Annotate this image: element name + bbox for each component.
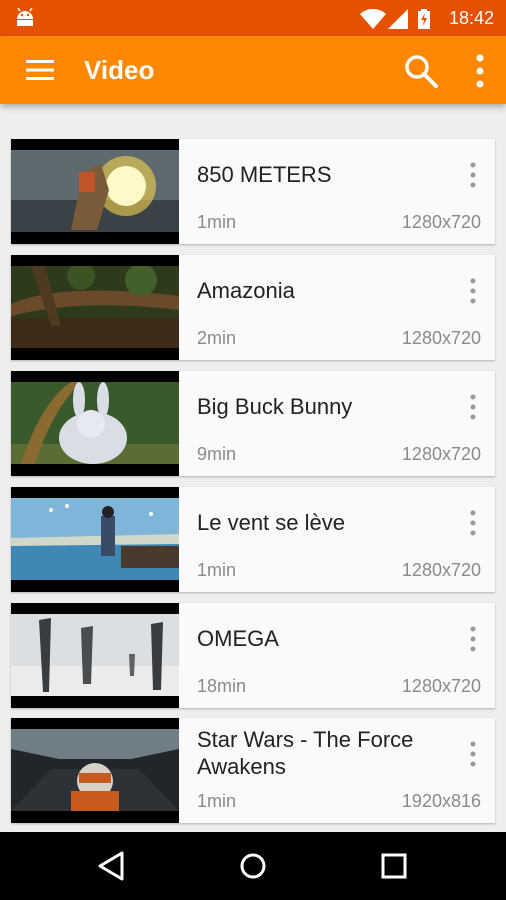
more-vert-icon[interactable] <box>468 52 492 90</box>
video-thumbnail <box>11 139 179 244</box>
video-item[interactable]: Star Wars - The Force Awakens 1min 1920x… <box>11 718 495 823</box>
video-thumbnail <box>11 487 179 592</box>
video-thumbnail <box>11 371 179 476</box>
video-title: Big Buck Bunny <box>197 394 353 419</box>
video-duration: 1min <box>197 791 237 811</box>
video-item[interactable]: 850 METERS 1min 1280x720 <box>11 139 495 244</box>
toolbar: Video <box>0 36 506 104</box>
video-thumbnail <box>11 255 179 360</box>
home-icon[interactable] <box>237 850 269 882</box>
video-thumbnail <box>11 718 179 823</box>
menu-icon[interactable] <box>24 58 56 82</box>
video-title: Star Wars - The Force Awakens <box>197 727 414 779</box>
item-more-icon[interactable] <box>465 625 481 653</box>
battery-charging-icon <box>418 9 430 29</box>
video-item[interactable]: Le vent se lève 1min 1280x720 <box>11 487 495 592</box>
video-resolution: 1280x720 <box>401 560 481 580</box>
item-more-icon[interactable] <box>465 393 481 421</box>
recents-icon[interactable] <box>378 850 410 882</box>
video-resolution: 1280x720 <box>401 212 481 232</box>
video-item[interactable]: Amazonia 2min 1280x720 <box>11 255 495 360</box>
video-duration: 9min <box>197 444 237 464</box>
navigation-bar <box>0 832 506 900</box>
video-item[interactable]: Big Buck Bunny 9min 1280x720 <box>11 371 495 476</box>
video-duration: 18min <box>197 676 247 696</box>
video-resolution: 1280x720 <box>401 676 481 696</box>
video-resolution: 1920x816 <box>401 791 481 811</box>
video-resolution: 1280x720 <box>401 444 481 464</box>
video-duration: 2min <box>197 328 237 348</box>
video-thumbnail <box>11 603 179 708</box>
video-title: Amazonia <box>197 278 295 303</box>
video-title: OMEGA <box>197 626 279 651</box>
page-title: Video <box>84 55 155 85</box>
wifi-icon <box>360 9 386 29</box>
back-icon[interactable] <box>96 850 128 882</box>
video-title: Le vent se lève <box>197 510 345 535</box>
video-title: 850 METERS <box>197 162 332 187</box>
item-more-icon[interactable] <box>465 161 481 189</box>
item-more-icon[interactable] <box>465 509 481 537</box>
video-item[interactable]: OMEGA 18min 1280x720 <box>11 603 495 708</box>
signal-icon <box>388 9 408 29</box>
item-more-icon[interactable] <box>465 740 481 768</box>
clock: 18:42 <box>448 8 494 28</box>
video-duration: 1min <box>197 560 237 580</box>
video-duration: 1min <box>197 212 237 232</box>
android-icon <box>17 8 33 26</box>
video-resolution: 1280x720 <box>401 328 481 348</box>
item-more-icon[interactable] <box>465 277 481 305</box>
search-icon[interactable] <box>402 52 440 90</box>
status-bar: 18:42 <box>0 0 506 36</box>
